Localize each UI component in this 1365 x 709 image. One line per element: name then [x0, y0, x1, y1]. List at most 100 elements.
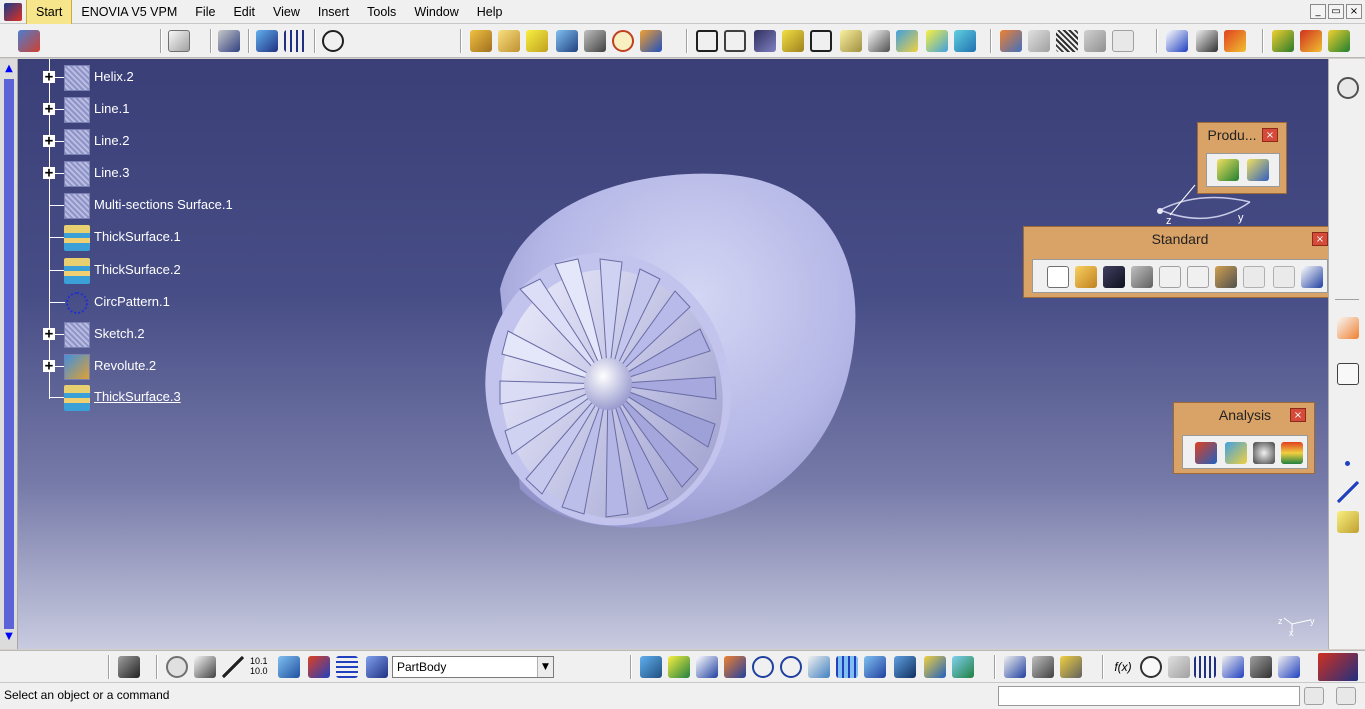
menu-tools[interactable]: Tools — [358, 0, 405, 24]
shell-icon[interactable] — [782, 30, 804, 52]
design-table-icon[interactable] — [1194, 656, 1216, 678]
catia-app-icon[interactable] — [4, 2, 22, 21]
tree-item-label[interactable]: CircPattern.1 — [94, 292, 170, 312]
3d-annotation-icon[interactable] — [1224, 30, 1246, 52]
pocket-icon[interactable] — [498, 30, 520, 52]
knowledge-inspector-icon[interactable] — [1222, 656, 1244, 678]
open-icon[interactable] — [1075, 266, 1097, 288]
slot-icon[interactable] — [640, 30, 662, 52]
expand-icon[interactable]: + — [43, 327, 55, 341]
stop-icon[interactable] — [1336, 687, 1356, 705]
add-icon[interactable] — [1056, 30, 1078, 52]
draft-icon[interactable] — [754, 30, 776, 52]
constraint-icon[interactable] — [278, 656, 300, 678]
close-surface-icon[interactable] — [954, 30, 976, 52]
thick-surface-tool-icon[interactable] — [926, 30, 948, 52]
flag-note-icon[interactable] — [1196, 30, 1218, 52]
rotate-icon[interactable] — [724, 656, 746, 678]
chamfer-icon[interactable] — [724, 30, 746, 52]
close-button[interactable]: × — [1346, 4, 1362, 19]
update-icon[interactable] — [166, 656, 188, 678]
palette-title[interactable]: Produ... — [1198, 123, 1266, 147]
part-body-select[interactable]: PartBody ▼ — [392, 656, 554, 678]
new-icon[interactable] — [1047, 266, 1069, 288]
tree-item[interactable]: ThickSurface.2 — [18, 254, 278, 286]
tree-item[interactable]: + Line.3 — [18, 157, 278, 189]
product-icon[interactable] — [1217, 159, 1239, 181]
measure-inertia-icon[interactable] — [1060, 656, 1082, 678]
cut-icon[interactable] — [1159, 266, 1181, 288]
tree-item[interactable]: ThickSurface.1 — [18, 221, 278, 253]
fit-all-in-icon[interactable] — [668, 656, 690, 678]
tree-item[interactable]: CircPattern.1 — [18, 286, 278, 318]
capture-camera-icon[interactable] — [118, 656, 140, 678]
body-icon[interactable] — [168, 30, 190, 52]
iso-view-icon[interactable] — [864, 656, 886, 678]
comment-icon[interactable] — [1140, 656, 1162, 678]
menu-enovia[interactable]: ENOVIA V5 VPM — [72, 0, 186, 24]
surface-analysis-icon[interactable] — [1281, 442, 1303, 464]
shaft-icon[interactable] — [526, 30, 548, 52]
expand-icon[interactable]: + — [43, 166, 55, 180]
palette-close-button[interactable]: × — [1312, 232, 1328, 246]
analysis-palette[interactable]: Analysis × — [1173, 402, 1315, 474]
measure-item-icon[interactable] — [1032, 656, 1054, 678]
fly-mode-icon[interactable] — [640, 656, 662, 678]
tree-item-label[interactable]: Line.3 — [94, 163, 129, 183]
rib-icon[interactable] — [612, 30, 634, 52]
measure-between-icon[interactable] — [1004, 656, 1026, 678]
tree-item[interactable]: ThickSurface.3 — [18, 381, 278, 413]
formula-icon[interactable]: f(x) — [1112, 656, 1134, 678]
menu-edit[interactable]: Edit — [224, 0, 264, 24]
thread-icon[interactable] — [840, 30, 862, 52]
scroll-up-arrow-icon[interactable]: ▲ — [3, 63, 15, 75]
assemble-icon[interactable] — [1028, 30, 1050, 52]
expand-icon[interactable]: + — [43, 102, 55, 116]
expand-icon[interactable]: + — [43, 359, 55, 373]
tree-item[interactable]: + Revolute.2 — [18, 350, 278, 382]
undo-icon[interactable] — [1243, 266, 1265, 288]
sketcher-icon[interactable] — [256, 30, 278, 52]
intersect-icon[interactable] — [1112, 30, 1134, 52]
menu-help[interactable]: Help — [468, 0, 512, 24]
annotation-text-icon[interactable] — [1166, 30, 1188, 52]
paste-icon[interactable] — [1215, 266, 1237, 288]
palette-close-button[interactable]: × — [1290, 408, 1306, 422]
print-icon[interactable] — [1131, 266, 1153, 288]
object-icon[interactable] — [366, 656, 388, 678]
knowledge-icon[interactable] — [1328, 30, 1350, 52]
catalog-browser-icon[interactable] — [1300, 30, 1322, 52]
menu-window[interactable]: Window — [405, 0, 467, 24]
plane-icon[interactable] — [1337, 511, 1359, 533]
tree-item[interactable]: + Sketch.2 — [18, 318, 278, 350]
tree-item-label[interactable]: Line.2 — [94, 131, 129, 151]
shading-icon[interactable] — [894, 656, 916, 678]
pan-icon[interactable] — [696, 656, 718, 678]
copy-icon[interactable] — [1187, 266, 1209, 288]
sketch-plane-icon[interactable] — [1337, 363, 1359, 385]
tree-item-label[interactable]: Sketch.2 — [94, 324, 145, 344]
tree-item[interactable]: Multi-sections Surface.1 — [18, 189, 278, 221]
remove-icon[interactable] — [1084, 30, 1106, 52]
equivalent-dimension-icon[interactable] — [1278, 656, 1300, 678]
tree-item[interactable]: + Line.1 — [18, 93, 278, 125]
palette-title[interactable]: Standard — [1024, 227, 1336, 251]
normal-view-icon[interactable] — [808, 656, 830, 678]
axis-icon[interactable] — [222, 656, 244, 678]
component-icon[interactable] — [1247, 159, 1269, 181]
swap-visible-space-icon[interactable] — [952, 656, 974, 678]
draft-analysis-icon[interactable] — [1195, 442, 1217, 464]
grid-icon[interactable] — [284, 30, 306, 52]
zoom-in-icon[interactable] — [752, 656, 774, 678]
part-design-workbench-icon[interactable] — [18, 30, 40, 52]
menu-start[interactable]: Start — [26, 0, 73, 24]
remove-face-icon[interactable] — [868, 30, 890, 52]
edge-fillet-icon[interactable] — [696, 30, 718, 52]
menu-file[interactable]: File — [186, 0, 224, 24]
menu-view[interactable]: View — [264, 0, 309, 24]
boolean-icon[interactable] — [1000, 30, 1022, 52]
pan-hand-icon[interactable] — [194, 656, 216, 678]
whats-this-icon[interactable] — [1301, 266, 1323, 288]
multi-view-icon[interactable] — [836, 656, 858, 678]
list-icon[interactable] — [336, 656, 358, 678]
